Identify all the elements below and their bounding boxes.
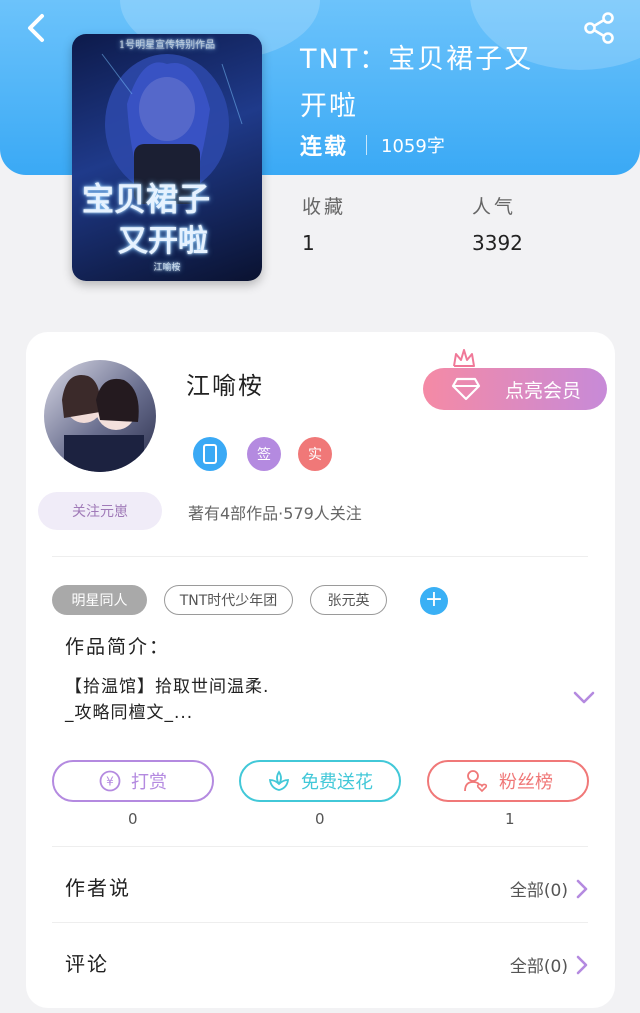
chevron-right-icon [576, 955, 588, 974]
tag-item[interactable]: 张元英 [310, 585, 387, 615]
book-title: TNT：宝贝裙子又 开啦 [300, 36, 590, 130]
tag-item[interactable]: 明星同人 [52, 585, 147, 615]
fan-ranking-button[interactable]: 粉丝榜 [427, 760, 589, 802]
svg-text:¥: ¥ [106, 775, 114, 789]
word-count: 1059字 [381, 136, 445, 157]
book-status-row: 连载 1059字 [300, 130, 445, 160]
cover-title-line1: 宝贝裙子 [82, 180, 211, 218]
author-says-all-label: 全部(0) [509, 881, 568, 901]
reward-label: 打赏 [131, 772, 167, 793]
divider [52, 556, 588, 557]
stat-label: 收藏 [302, 196, 347, 218]
intro-label: 作品简介： [65, 636, 171, 658]
stat-value: 3392 [472, 231, 523, 255]
stat-label: 人气 [472, 196, 517, 218]
plus-icon: + [424, 587, 444, 612]
crown-icon [453, 349, 475, 367]
flower-icon [268, 770, 290, 791]
author-name: 江喻桉 [186, 372, 264, 400]
comments-all-link[interactable]: 全部(0) [510, 952, 588, 977]
yen-icon: ¥ [99, 770, 121, 792]
chevron-down-icon[interactable] [572, 690, 596, 706]
vip-label: 点亮会员 [504, 379, 581, 402]
stat-popularity: 人气 3392 [472, 192, 523, 255]
add-tag-button[interactable]: + [420, 587, 448, 615]
intro-line2: _攻略同檀文_... [65, 703, 194, 723]
tag-item[interactable]: TNT时代少年团 [164, 585, 293, 615]
chevron-left-icon [28, 14, 44, 42]
reward-button[interactable]: ¥ 打赏 [52, 760, 214, 802]
intro-text: 【拾温馆】拾取世间温柔. _攻略同檀文_... [65, 674, 269, 726]
follow-button[interactable]: 关注元崽 [38, 492, 162, 530]
avatar-image [62, 375, 144, 472]
intro-line1: 【拾温馆】拾取世间温柔. [65, 677, 270, 697]
fan-count: 1 [505, 810, 515, 828]
author-stats: 著有4部作品·579人关注 [188, 504, 362, 523]
cover-author-text: 江喻桉 [153, 263, 181, 273]
send-flower-button[interactable]: 免费送花 [239, 760, 401, 802]
back-button[interactable] [20, 10, 56, 46]
stat-favorites: 收藏 1 [302, 192, 346, 255]
book-cover[interactable]: 1号明星宣传特别作品 宝贝裙子 又开啦 江喻桉 [72, 34, 262, 281]
cover-top-text: 1号明星宣传特别作品 [118, 40, 216, 51]
author-says-label: 作者说 [65, 876, 131, 900]
fan-ranking-label: 粉丝榜 [499, 772, 553, 793]
fan-icon [464, 770, 488, 793]
book-title-line1: TNT：宝贝裙子又 [300, 44, 534, 75]
divider [52, 922, 588, 923]
vip-button[interactable]: 点亮会员 [423, 368, 607, 410]
status-divider [366, 135, 368, 155]
divider [52, 846, 588, 847]
reward-count: 0 [128, 810, 138, 828]
stat-value: 1 [302, 231, 315, 255]
phone-icon [193, 437, 227, 471]
comments-all-label: 全部(0) [509, 957, 568, 977]
cover-title-line2: 又开啦 [118, 224, 208, 259]
flower-count: 0 [315, 810, 325, 828]
verified-icon: 实 [298, 437, 332, 471]
sign-icon: 签 [247, 437, 281, 471]
author-says-all-link[interactable]: 全部(0) [510, 876, 588, 901]
book-title-line2: 开啦 [300, 91, 358, 122]
serial-status: 连载 [300, 135, 349, 160]
send-flower-label: 免费送花 [301, 772, 373, 793]
follow-label: 关注元崽 [72, 504, 128, 520]
avatar[interactable] [44, 360, 156, 472]
comments-label: 评论 [65, 952, 109, 976]
chevron-right-icon [576, 879, 588, 898]
diamond-icon [451, 377, 481, 401]
